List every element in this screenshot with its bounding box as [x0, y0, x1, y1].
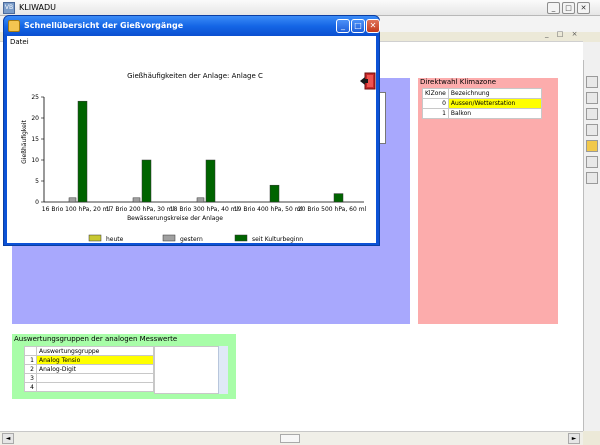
bar-seit-kulturbeginn [205, 159, 216, 203]
auswertung-table: Auswertungsgruppe 1 Analog Tensio 2 Anal… [24, 346, 154, 392]
bar-seit-kulturbeginn [269, 184, 280, 203]
bar-gestern [196, 197, 205, 203]
horizontal-scrollbar[interactable]: ◄ ► [0, 431, 583, 445]
giess-chart: Gießhäufigkeiten der Anlage: Anlage C 0 5… [21, 72, 367, 243]
vertical-scrollbar-top[interactable] [583, 42, 600, 60]
tool-icon[interactable] [586, 172, 598, 184]
x-tick-label: 17 Brio 200 hPa, 30 ml [106, 206, 175, 213]
table-row[interactable]: 3 [24, 373, 154, 383]
auswertung-blank-area [154, 346, 228, 394]
table-row[interactable]: 4 [24, 382, 154, 392]
row-id: 4 [24, 382, 37, 392]
chart-plot-area: 0 5 10 15 20 25 16 Brio 100 hPa, 20 ml17 Brio … [31, 94, 366, 213]
table-row[interactable]: 2 Analog-Digit [24, 364, 154, 374]
chart-legend: heute gestern seit Kulturbeginn [88, 234, 303, 243]
table-header-row: KlZone Bezeichnung [422, 88, 543, 99]
row-id: 1 [24, 355, 37, 365]
chart-title: Gießhäufigkeiten der Anlage: Anlage C [127, 72, 263, 80]
legend-label: gestern [180, 236, 203, 243]
tool-icon[interactable] [586, 92, 598, 104]
row-name[interactable]: Balkon [447, 108, 543, 119]
maximize-button[interactable]: □ [562, 2, 575, 14]
y-tick-label: 20 [31, 115, 39, 122]
bar-gestern [68, 197, 77, 203]
row-name[interactable]: Aussen/Wetterstation [447, 98, 543, 109]
tool-icon[interactable] [586, 124, 598, 136]
legend-label: heute [106, 236, 124, 243]
auswertung-scrollbar[interactable] [218, 346, 228, 394]
row-id: 3 [24, 373, 37, 383]
tool-icon[interactable] [586, 156, 598, 168]
row-name[interactable]: Analog Tensio [36, 355, 154, 365]
x-axis-label: Bewässerungskreise der Anlage [127, 215, 223, 222]
row-name[interactable] [36, 373, 154, 383]
row-id: 2 [24, 364, 37, 374]
y-axis-label: Gießhäufigkeit [21, 120, 28, 164]
y-tick-label: 0 [35, 199, 39, 206]
mdi-window-controls[interactable]: _ □ × [545, 30, 585, 40]
corner-cell [24, 346, 37, 356]
giessvorgaenge-dialog: Schnellübersicht der Gießvorgänge _ □ ✕ … [3, 15, 380, 246]
klimazone-table: KlZone Bezeichnung 0 Aussen/Wetterstatio… [422, 88, 543, 119]
app-icon: VB [3, 2, 15, 14]
dialog-minimize-button[interactable]: _ [336, 19, 350, 33]
row-id: 1 [422, 108, 449, 119]
app-title: KLIWADU [19, 3, 57, 12]
column-header: KlZone [422, 88, 449, 99]
dialog-app-icon [8, 20, 20, 32]
dialog-maximize-button[interactable]: □ [351, 19, 365, 33]
x-tick-label: 19 Brio 400 hPa, 50 ml [234, 206, 303, 213]
bar-gestern [132, 197, 141, 203]
scroll-thumb[interactable] [280, 434, 300, 443]
row-name[interactable] [36, 382, 154, 392]
legend-swatch [88, 234, 102, 242]
dialog-close-button[interactable]: ✕ [366, 19, 380, 33]
right-toolbar [583, 60, 600, 431]
klimazone-header: Direktwahl Klimazone [420, 78, 497, 86]
x-tick-label: 20 Brio 500 hPa, 60 ml [298, 206, 367, 213]
table-header-row: Auswertungsgruppe [24, 346, 154, 356]
tool-icon[interactable] [586, 140, 598, 152]
close-button[interactable]: ✕ [577, 2, 590, 14]
row-name[interactable]: Analog-Digit [36, 364, 154, 374]
tool-icon[interactable] [586, 108, 598, 120]
auswertung-header: Auswertungsgruppen der analogen Messwert… [14, 335, 178, 343]
bar-seit-kulturbeginn [77, 100, 88, 203]
table-row[interactable]: 1 Analog Tensio [24, 355, 154, 365]
legend-swatch [234, 234, 248, 242]
bar-seit-kulturbeginn [333, 193, 344, 203]
scroll-right-arrow-icon[interactable]: ► [568, 433, 580, 444]
x-tick-label: 16 Brio 100 hPa, 20 ml [42, 206, 111, 213]
y-tick-label: 10 [31, 157, 39, 164]
main-titlebar: VB KLIWADU _ □ ✕ [0, 0, 600, 16]
dialog-title: Schnellübersicht der Gießvorgänge [24, 21, 184, 30]
minimize-button[interactable]: _ [547, 2, 560, 14]
y-tick-label: 15 [31, 136, 39, 143]
column-header: Bezeichnung [447, 88, 543, 99]
scroll-left-arrow-icon[interactable]: ◄ [2, 433, 14, 444]
x-tick-label: 18 Brio 300 hPa, 40 ml [170, 206, 239, 213]
y-tick-label: 5 [35, 178, 39, 185]
legend-swatch [162, 234, 176, 242]
dialog-titlebar[interactable]: Schnellübersicht der Gießvorgänge _ □ ✕ [4, 16, 380, 36]
legend-label: seit Kulturbeginn [252, 236, 303, 243]
table-row[interactable]: 1 Balkon [422, 108, 543, 119]
column-header: Auswertungsgruppe [36, 346, 154, 356]
table-row[interactable]: 0 Aussen/Wetterstation [422, 98, 543, 109]
tool-icon[interactable] [586, 76, 598, 88]
bar-seit-kulturbeginn [141, 159, 152, 203]
row-id: 0 [422, 98, 449, 109]
y-tick-label: 25 [31, 94, 39, 101]
